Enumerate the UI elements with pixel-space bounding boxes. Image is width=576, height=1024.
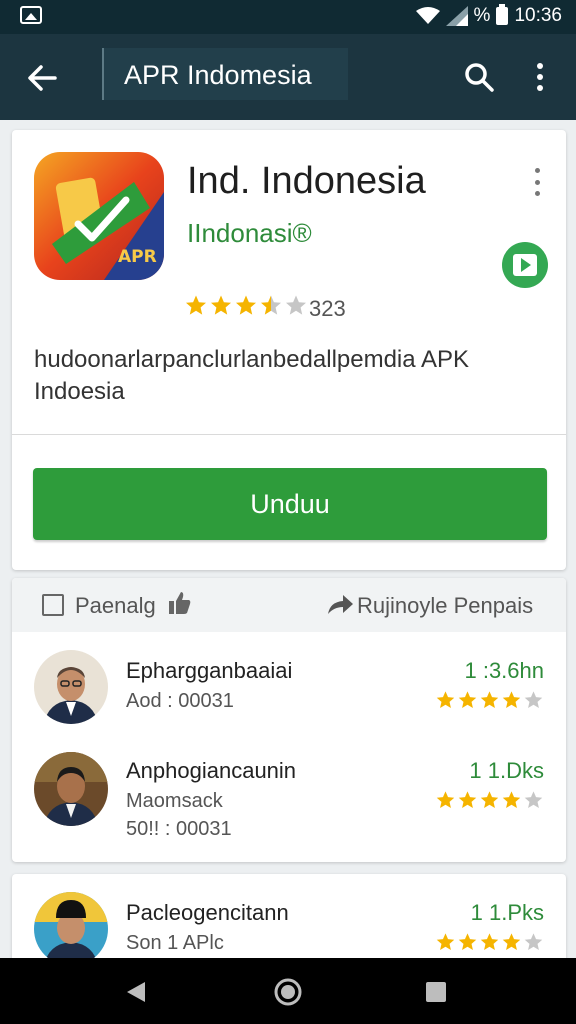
divider xyxy=(12,434,566,435)
app-title: Ind. Indonesia xyxy=(187,160,426,202)
star-filled-icon xyxy=(236,295,256,315)
clock: 10:36 xyxy=(514,5,562,26)
back-button[interactable] xyxy=(22,58,62,98)
review-meta: Maomsack xyxy=(126,790,223,812)
star-filled-icon xyxy=(458,791,477,809)
app-description: hudoonarlarpanclurlanbedallpemdia APK In… xyxy=(34,346,469,405)
app-icon-badge: APR xyxy=(118,247,157,267)
search-query: APR Indomesia xyxy=(124,60,312,90)
nav-recents-button[interactable] xyxy=(414,970,458,1014)
star-filled-icon xyxy=(502,933,521,951)
star-filled-icon xyxy=(480,691,499,709)
triangle-back-icon xyxy=(127,982,145,1002)
star-filled-icon xyxy=(502,691,521,709)
nav-home-button[interactable] xyxy=(266,970,310,1014)
star-empty-icon xyxy=(524,791,543,809)
reviewer-avatar xyxy=(34,892,108,966)
review-stars xyxy=(435,932,544,953)
review-score: 1 1.Pks xyxy=(470,900,544,925)
reviews-card: Paenalg Rujinoyle Penpais Ephargganbaaia… xyxy=(12,578,566,862)
search-icon xyxy=(465,63,494,92)
reviews-header: Paenalg Rujinoyle Penpais xyxy=(12,578,566,632)
star-filled-icon xyxy=(458,933,477,951)
more-vert-icon xyxy=(537,63,543,69)
star-filled-icon xyxy=(211,295,231,315)
star-empty-icon xyxy=(524,691,543,709)
reviewer-avatar xyxy=(34,752,108,826)
star-filled-icon xyxy=(436,691,455,709)
reviewer-name: Ephargganbaaiai xyxy=(126,658,293,683)
share-icon[interactable] xyxy=(326,592,354,616)
star-filled-icon xyxy=(480,791,499,809)
battery-percent: % xyxy=(473,5,491,26)
arrow-left-icon xyxy=(28,65,57,91)
play-icon xyxy=(513,254,537,276)
card-more-button[interactable] xyxy=(530,168,544,196)
star-half-icon xyxy=(261,295,281,315)
play-store-badge[interactable] xyxy=(502,242,548,288)
search-field[interactable]: APR Indomesia xyxy=(102,48,348,100)
square-recents-icon xyxy=(426,982,446,1002)
star-empty-icon xyxy=(524,933,543,951)
search-button[interactable] xyxy=(458,56,500,98)
gallery-notification-icon xyxy=(20,6,42,24)
battery-icon xyxy=(496,4,509,25)
review-stars xyxy=(435,790,544,811)
wishlist-checkbox[interactable] xyxy=(42,594,64,616)
star-filled-icon xyxy=(458,691,477,709)
star-filled-icon xyxy=(502,791,521,809)
review-meta: Son 1 APlc xyxy=(126,932,224,954)
review-stars xyxy=(435,690,544,711)
review-score: 1 1.Dks xyxy=(469,758,544,783)
install-button[interactable]: Unduu xyxy=(33,468,547,540)
app-detail-card: APR Ind. Indonesia IIndonasi® 323 hudoon… xyxy=(12,130,566,570)
review-item[interactable]: Ephargganbaaiai Aod : 00031 1 :3.6hn xyxy=(12,646,566,746)
app-icon[interactable]: APR xyxy=(34,152,164,280)
thumb-up-icon[interactable] xyxy=(166,590,192,616)
review-date: 50!! : 00031 xyxy=(126,818,232,840)
status-bar: % 10:36 xyxy=(0,0,576,34)
star-filled-icon xyxy=(186,295,206,315)
status-indicators: % 10:36 xyxy=(415,4,562,28)
star-filled-icon xyxy=(480,933,499,951)
overflow-menu-button[interactable] xyxy=(524,56,556,98)
app-rating-stars xyxy=(184,294,308,318)
wishlist-label[interactable]: Paenalg xyxy=(75,593,156,619)
system-nav-bar xyxy=(0,958,576,1024)
review-score: 1 :3.6hn xyxy=(464,658,544,683)
share-label[interactable]: Rujinoyle Penpais xyxy=(357,593,533,619)
review-meta: Aod : 00031 xyxy=(126,690,234,712)
nav-back-button[interactable] xyxy=(114,970,158,1014)
reviewer-name: Anphogiancaunin xyxy=(126,758,297,783)
rating-count: 323 xyxy=(309,296,346,321)
star-filled-icon xyxy=(436,933,455,951)
reviewer-avatar xyxy=(34,650,108,724)
signal-icon xyxy=(445,6,468,26)
star-empty-icon xyxy=(286,295,306,315)
star-filled-icon xyxy=(436,791,455,809)
more-vert-icon xyxy=(534,168,540,173)
app-bar: APR Indomesia xyxy=(0,34,576,120)
wifi-icon xyxy=(415,7,440,24)
review-item[interactable]: Anphogiancaunin Maomsack 50!! : 00031 1 … xyxy=(12,750,566,860)
developer-link[interactable]: IIndonasi® xyxy=(187,218,312,249)
reviewer-name: Pacleogencitann xyxy=(126,900,289,925)
circle-home-icon xyxy=(274,978,302,1006)
